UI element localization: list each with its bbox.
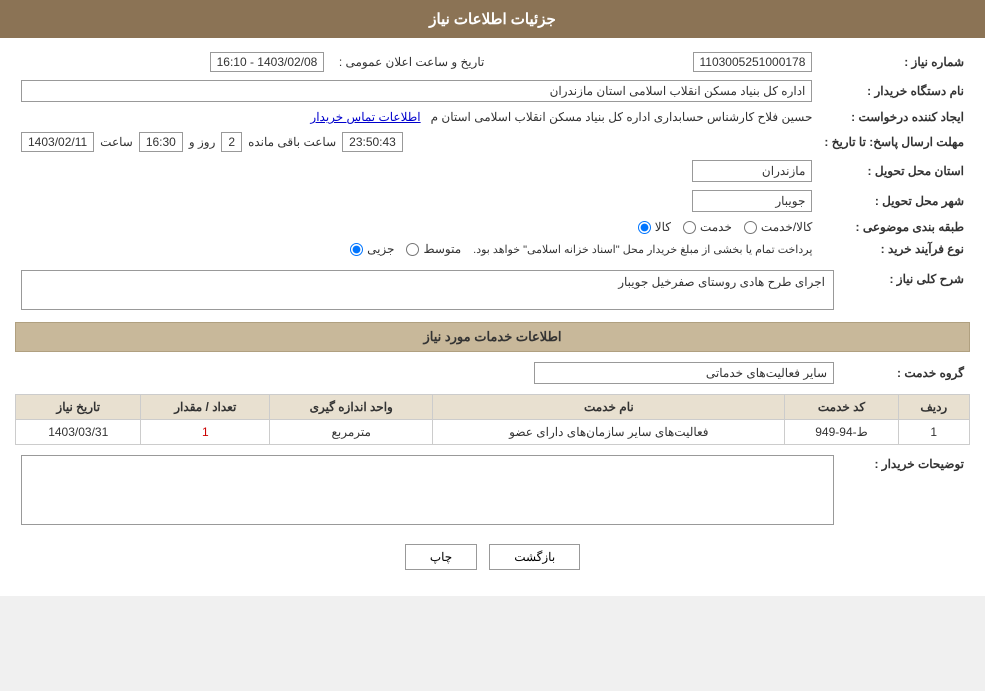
- service-table: ردیفکد خدمتنام خدمتواحد اندازه گیریتعداد…: [15, 394, 970, 445]
- tasnif-label: طبقه بندی موضوعی :: [818, 216, 970, 238]
- col-1: کد خدمت: [785, 395, 898, 420]
- col-4: تعداد / مقدار: [141, 395, 270, 420]
- tasnif-radio-group: کالا/خدمت خدمت کالا: [21, 220, 812, 234]
- nooe-motawaset-label: متوسط: [423, 242, 461, 256]
- table-row: 1ط-94-949فعالیت‌های سایر سازمان‌های دارا…: [16, 420, 970, 445]
- page-header: جزئیات اطلاعات نیاز: [0, 0, 985, 38]
- tasnif-kala-khedmat-label: کالا/خدمت: [761, 220, 812, 234]
- ijad-konande-value: حسین فلاح کارشناس حسابداری اداره کل بنیا…: [431, 110, 813, 124]
- header-title: جزئیات اطلاعات نیاز: [429, 11, 556, 28]
- back-button[interactable]: بازگشت: [489, 544, 580, 570]
- sharh-value: اجرای طرح هادی روستای صفرخیل جویبار: [21, 270, 834, 310]
- nooe-note: پرداخت تمام یا بخشی از مبلغ خریدار محل "…: [473, 243, 812, 256]
- tarikh-saat-label: تاریخ و ساعت اعلان عمومی :: [330, 48, 490, 76]
- nooe-farayand-group: پرداخت تمام یا بخشی از مبلغ خریدار محل "…: [21, 242, 812, 256]
- date-value: 1403/02/11: [21, 132, 94, 152]
- nooe-motawaset-radio[interactable]: [406, 243, 419, 256]
- tasnif-kala-radio[interactable]: [638, 221, 651, 234]
- service-info-header: اطلاعات خدمات مورد نیاز: [15, 322, 970, 352]
- tasnif-kala-item: کالا: [638, 220, 671, 234]
- ijad-konande-link[interactable]: اطلاعات تماس خریدار: [310, 110, 420, 124]
- tawzih-textarea[interactable]: [21, 455, 834, 525]
- nam-dastgah-value: اداره کل بنیاد مسکن انقلاب اسلامی استان …: [21, 80, 812, 102]
- saat-value: 16:30: [139, 132, 183, 152]
- basic-info-table: شماره نیاز : 1103005251000178 تاریخ و سا…: [15, 48, 970, 260]
- footer-buttons: بازگشت چاپ: [15, 544, 970, 570]
- tawzih-table: توضیحات خریدار :: [15, 451, 970, 532]
- sharh-table: شرح کلی نیاز : اجرای طرح هادی روستای صفر…: [15, 266, 970, 314]
- tasnif-khedmat-radio[interactable]: [683, 221, 696, 234]
- baqi-mande-value: 23:50:43: [342, 132, 403, 152]
- col-0: ردیف: [898, 395, 969, 420]
- col-5: تاریخ نیاز: [16, 395, 141, 420]
- ostan-value: مازندران: [692, 160, 812, 182]
- nooe-jozyi-label: جزیی: [367, 242, 394, 256]
- mohlat-label: مهلت ارسال پاسخ: تا تاریخ :: [818, 128, 970, 156]
- tasnif-khedmat-item: خدمت: [683, 220, 732, 234]
- shahr-label: شهر محل تحویل :: [818, 186, 970, 216]
- tasnif-kala-label: کالا: [655, 220, 671, 234]
- shahr-value: جویبار: [692, 190, 812, 212]
- grooh-label: گروه خدمت :: [840, 358, 970, 388]
- col-3: واحد اندازه گیری: [270, 395, 433, 420]
- shomara-niaz-value: 1103005251000178: [693, 52, 813, 72]
- tarikh-saat-value: 1403/02/08 - 16:10: [210, 52, 325, 72]
- sharh-label: شرح کلی نیاز :: [840, 266, 970, 314]
- baqi-mande-label: ساعت باقی مانده: [248, 135, 336, 149]
- shomara-niaz-label: شماره نیاز :: [818, 48, 970, 76]
- nooe-motawaset-item: متوسط: [406, 242, 461, 256]
- date-time-row: 23:50:43 ساعت باقی مانده 2 روز و 16:30 س…: [21, 132, 812, 152]
- page-wrapper: جزئیات اطلاعات نیاز شماره نیاز : 1103005…: [0, 0, 985, 596]
- col-2: نام خدمت: [433, 395, 785, 420]
- saat-label: ساعت: [100, 135, 133, 149]
- nooe-jozyi-radio[interactable]: [350, 243, 363, 256]
- grooh-table: گروه خدمت : سایر فعالیت‌های خدماتی: [15, 358, 970, 388]
- rooz-value: 2: [221, 132, 242, 152]
- tasnif-kala-khedmat-item: کالا/خدمت: [744, 220, 812, 234]
- ijad-konande-label: ایجاد کننده درخواست :: [818, 106, 970, 128]
- tawzih-label: توضیحات خریدار :: [840, 451, 970, 532]
- ostan-label: استان محل تحویل :: [818, 156, 970, 186]
- nooe-jozyi-item: جزیی: [350, 242, 394, 256]
- print-button[interactable]: چاپ: [405, 544, 477, 570]
- grooh-value: سایر فعالیت‌های خدماتی: [534, 362, 834, 384]
- nooe-farayand-label: نوع فرآیند خرید :: [818, 238, 970, 260]
- rooz-label: روز و: [189, 135, 216, 149]
- nam-dastgah-label: نام دستگاه خریدار :: [818, 76, 970, 106]
- tasnif-kala-khedmat-radio[interactable]: [744, 221, 757, 234]
- content-area: شماره نیاز : 1103005251000178 تاریخ و سا…: [0, 38, 985, 596]
- tasnif-khedmat-label: خدمت: [700, 220, 732, 234]
